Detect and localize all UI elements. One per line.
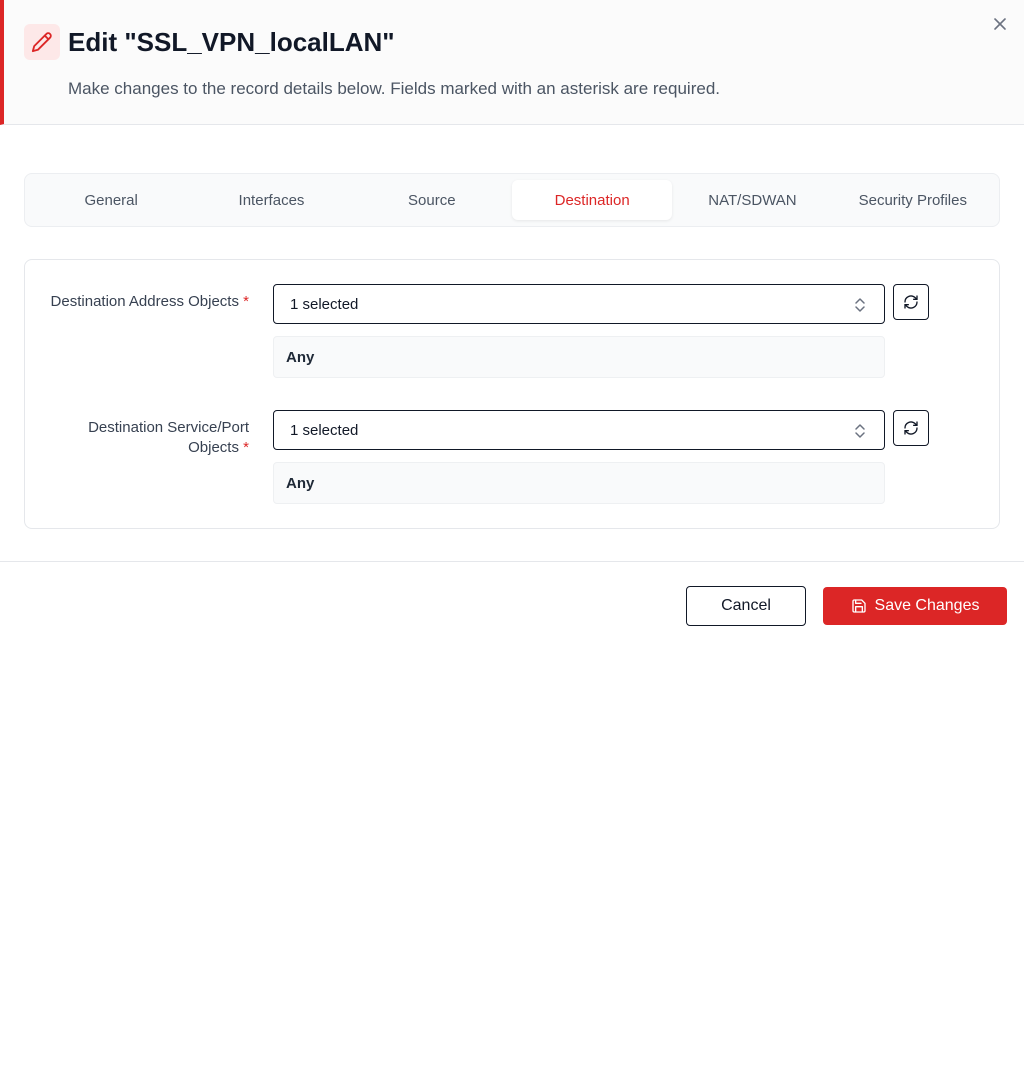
selected-item: Any [286, 348, 315, 366]
dest-service-label: Destination Service/Port Objects * [39, 418, 249, 458]
required-mark: * [243, 439, 249, 456]
tab-nat-sdwan[interactable]: NAT/SDWAN [672, 180, 832, 220]
required-mark: * [243, 293, 249, 310]
tab-interfaces[interactable]: Interfaces [191, 180, 351, 220]
dest-address-selected-list: Any [273, 336, 885, 378]
dest-address-select[interactable]: 1 selected [273, 284, 885, 324]
dest-service-label-text: Destination Service/Port Objects [88, 419, 249, 456]
save-changes-button[interactable]: Save Changes [823, 587, 1007, 625]
cancel-button[interactable]: Cancel [686, 586, 806, 626]
dest-address-refresh-button[interactable] [893, 284, 929, 320]
edit-dialog: Edit "SSL_VPN_localLAN" Make changes to … [0, 0, 1024, 1080]
pencil-icon [24, 24, 60, 60]
dialog-header: Edit "SSL_VPN_localLAN" Make changes to … [0, 0, 1024, 125]
refresh-icon [904, 295, 918, 309]
dest-address-select-value: 1 selected [290, 295, 359, 313]
dest-service-select-value: 1 selected [290, 421, 359, 439]
tab-destination[interactable]: Destination [511, 180, 673, 220]
tab-source[interactable]: Source [352, 180, 512, 220]
save-changes-label: Save Changes [874, 597, 980, 614]
dest-service-refresh-button[interactable] [893, 410, 929, 446]
chevron-up-down-icon [854, 423, 866, 443]
tab-bar: General Interfaces Source Destination NA… [24, 173, 1000, 227]
dest-address-label-text: Destination Address Objects [50, 293, 239, 310]
selected-item: Any [286, 474, 315, 492]
refresh-icon [904, 421, 918, 435]
dialog-title: Edit "SSL_VPN_localLAN" [68, 27, 395, 57]
dest-service-selected-list: Any [273, 462, 885, 504]
destination-card: Destination Address Objects * 1 selected… [24, 259, 1000, 529]
close-icon[interactable] [990, 14, 1010, 34]
save-icon [851, 599, 866, 613]
dest-service-select[interactable]: 1 selected [273, 410, 885, 450]
dialog-subtitle: Make changes to the record details below… [68, 79, 720, 98]
chevron-up-down-icon [854, 297, 866, 317]
dest-address-label: Destination Address Objects * [39, 292, 249, 312]
tab-general[interactable]: General [31, 180, 191, 220]
tab-security-profiles[interactable]: Security Profiles [833, 180, 993, 220]
dialog-footer: Cancel Save Changes [0, 561, 1024, 645]
